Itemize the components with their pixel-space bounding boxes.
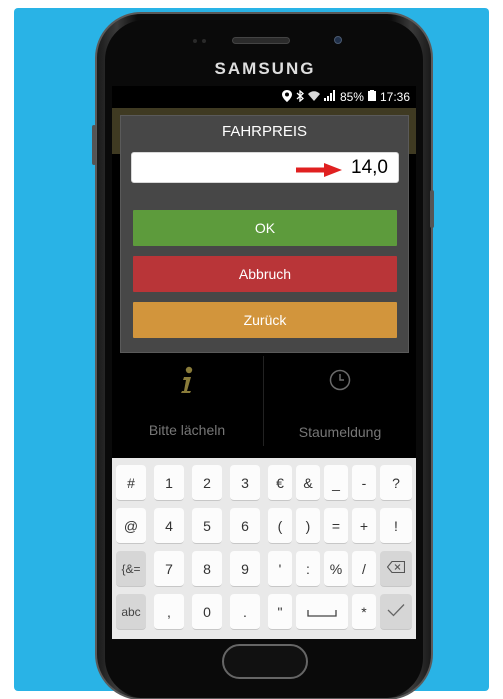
key-1[interactable]: 1: [154, 465, 184, 501]
home-button[interactable]: [222, 644, 308, 679]
key-plus[interactable]: +: [352, 508, 376, 544]
location-icon: [281, 89, 292, 105]
cancel-button[interactable]: Abbruch: [133, 256, 397, 292]
dialog-title: FAHRPREIS: [221, 123, 308, 140]
space-key[interactable]: [296, 594, 348, 630]
key-minus[interactable]: -: [352, 465, 376, 501]
power-button: [430, 190, 434, 228]
key-2[interactable]: 2: [192, 465, 222, 501]
tile-label-traffic[interactable]: Staumeldung: [265, 424, 415, 440]
status-time: 17:36: [379, 90, 410, 104]
key-question[interactable]: ?: [380, 465, 412, 501]
key-9[interactable]: 9: [230, 551, 260, 587]
key-3[interactable]: 3: [230, 465, 260, 501]
checkmark-icon: [387, 603, 405, 620]
key-quote[interactable]: ": [268, 594, 292, 630]
tile-divider: [263, 356, 264, 446]
key-symbols[interactable]: {&=: [116, 551, 146, 587]
key-hash[interactable]: #: [116, 465, 146, 501]
keyboard: # 1 2 3 € & _ - ? @ 4 5 6 ( ) = + ! {&= …: [112, 458, 416, 639]
back-button[interactable]: Zurück: [133, 302, 397, 338]
ok-button[interactable]: OK: [133, 210, 397, 246]
key-at[interactable]: @: [116, 508, 146, 544]
battery-icon: [367, 90, 376, 104]
key-abc[interactable]: abc: [116, 594, 146, 630]
key-comma[interactable]: ,: [154, 594, 184, 630]
sensor-icon: [193, 39, 197, 43]
clock-icon: [265, 369, 415, 396]
key-paren-open[interactable]: (: [268, 508, 292, 544]
key-exclamation[interactable]: !: [380, 508, 412, 544]
key-equals[interactable]: =: [324, 508, 348, 544]
key-euro[interactable]: €: [268, 465, 292, 501]
key-colon[interactable]: :: [296, 551, 320, 587]
key-7[interactable]: 7: [154, 551, 184, 587]
tile-label-photo[interactable]: Bitte lächeln: [112, 422, 262, 438]
front-camera-icon: [334, 36, 342, 44]
volume-button: [92, 125, 96, 165]
phone-screen: 85% 17:36 Bitte lächeln Staumeldung FAHR…: [112, 86, 416, 639]
key-period[interactable]: .: [230, 594, 260, 630]
key-percent[interactable]: %: [324, 551, 348, 587]
key-5[interactable]: 5: [192, 508, 222, 544]
brand-logo: SAMSUNG: [214, 59, 316, 78]
key-paren-close[interactable]: ): [296, 508, 320, 544]
speaker-grille: [232, 37, 290, 44]
signal-icon: [323, 90, 336, 104]
backspace-key[interactable]: [380, 551, 412, 587]
key-slash[interactable]: /: [352, 551, 376, 587]
sensor-icon: [202, 39, 206, 43]
done-key[interactable]: [380, 594, 412, 630]
key-0[interactable]: 0: [192, 594, 222, 630]
fare-input[interactable]: 14,0: [131, 152, 399, 183]
key-8[interactable]: 8: [192, 551, 222, 587]
space-icon: [307, 604, 337, 620]
key-6[interactable]: 6: [230, 508, 260, 544]
key-underscore[interactable]: _: [324, 465, 348, 501]
fare-value: 14,0: [351, 157, 388, 178]
key-4[interactable]: 4: [154, 508, 184, 544]
status-bar: 85% 17:36: [112, 86, 416, 108]
battery-percent: 85%: [339, 90, 364, 104]
info-icon: [112, 366, 262, 399]
bluetooth-icon: [296, 89, 304, 105]
fare-dialog: FAHRPREIS 14,0 OK Abbruch Zurück: [120, 115, 409, 353]
arrow-right-icon: [296, 163, 342, 182]
wifi-icon: [307, 90, 320, 104]
key-ampersand[interactable]: &: [296, 465, 320, 501]
backspace-icon: [386, 560, 406, 576]
key-apostrophe[interactable]: ': [268, 551, 292, 587]
bottom-bezel: [112, 639, 416, 699]
key-asterisk[interactable]: *: [352, 594, 376, 630]
